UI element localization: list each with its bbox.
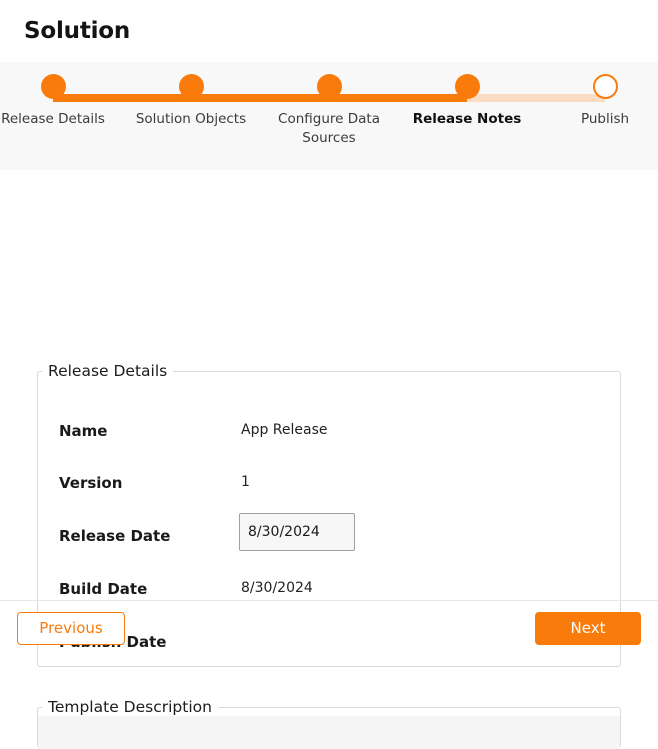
- stepper-label-solution-objects: Solution Objects: [135, 111, 247, 127]
- stepper-band: Release Details Solution Objects Configu…: [0, 62, 658, 170]
- app-header: Solution: [0, 0, 658, 62]
- value-name: App Release: [241, 422, 328, 438]
- progress-stepper: Release Details Solution Objects Configu…: [0, 62, 658, 170]
- stepper-dot-wrap: [122, 62, 260, 110]
- stepper-step-release-details[interactable]: Release Details: [0, 62, 122, 129]
- stepper-dot-wrap: [0, 62, 122, 110]
- stepper-label-configure-data-sources: Configure Data Sources: [278, 111, 380, 146]
- field-row-version: Version 1: [38, 474, 620, 496]
- stepper-dot-wrap: [260, 62, 398, 110]
- stepper-label-release-notes: Release Notes: [412, 111, 522, 127]
- stepper-dot-complete-icon: [40, 73, 66, 99]
- previous-button[interactable]: Previous: [17, 612, 125, 645]
- stepper-dot-complete-icon: [178, 73, 204, 99]
- stepper-label-publish: Publish: [580, 111, 630, 127]
- stepper-step-configure-data-sources[interactable]: Configure Data Sources: [260, 62, 398, 147]
- stepper-dot-wrap: [398, 62, 536, 110]
- field-row-name: Name App Release: [38, 422, 620, 444]
- template-description-legend: Template Description: [48, 698, 212, 716]
- stepper-dot-wrap: [536, 62, 658, 110]
- release-date-input[interactable]: [239, 513, 355, 551]
- stepper-dot-complete-icon: [316, 73, 342, 99]
- stepper-step-solution-objects[interactable]: Solution Objects: [122, 62, 260, 129]
- stepper-step-publish[interactable]: Publish: [536, 62, 658, 129]
- release-details-legend: Release Details: [48, 362, 168, 380]
- page-title: Solution: [24, 18, 131, 44]
- stepper-dot-upcoming-icon: [592, 73, 618, 99]
- stepper-label-release-details: Release Details: [1, 111, 105, 127]
- label-name: Name: [59, 422, 108, 440]
- stepper-step-release-notes[interactable]: Release Notes: [398, 62, 536, 129]
- template-description-textarea[interactable]: [38, 716, 620, 749]
- field-row-build-date: Build Date 8/30/2024: [38, 580, 620, 602]
- stepper-dot-complete-icon: [454, 73, 480, 99]
- label-build-date: Build Date: [59, 580, 148, 598]
- footer-divider: [0, 600, 658, 601]
- label-release-date: Release Date: [59, 527, 171, 545]
- label-version: Version: [59, 474, 123, 492]
- next-button[interactable]: Next: [535, 612, 641, 645]
- template-description-panel: Template Description: [37, 698, 621, 749]
- field-row-release-date: Release Date: [38, 513, 620, 551]
- value-build-date: 8/30/2024: [241, 580, 313, 596]
- value-version: 1: [241, 474, 250, 490]
- field-row-publish-date: Publish Date: [38, 633, 620, 655]
